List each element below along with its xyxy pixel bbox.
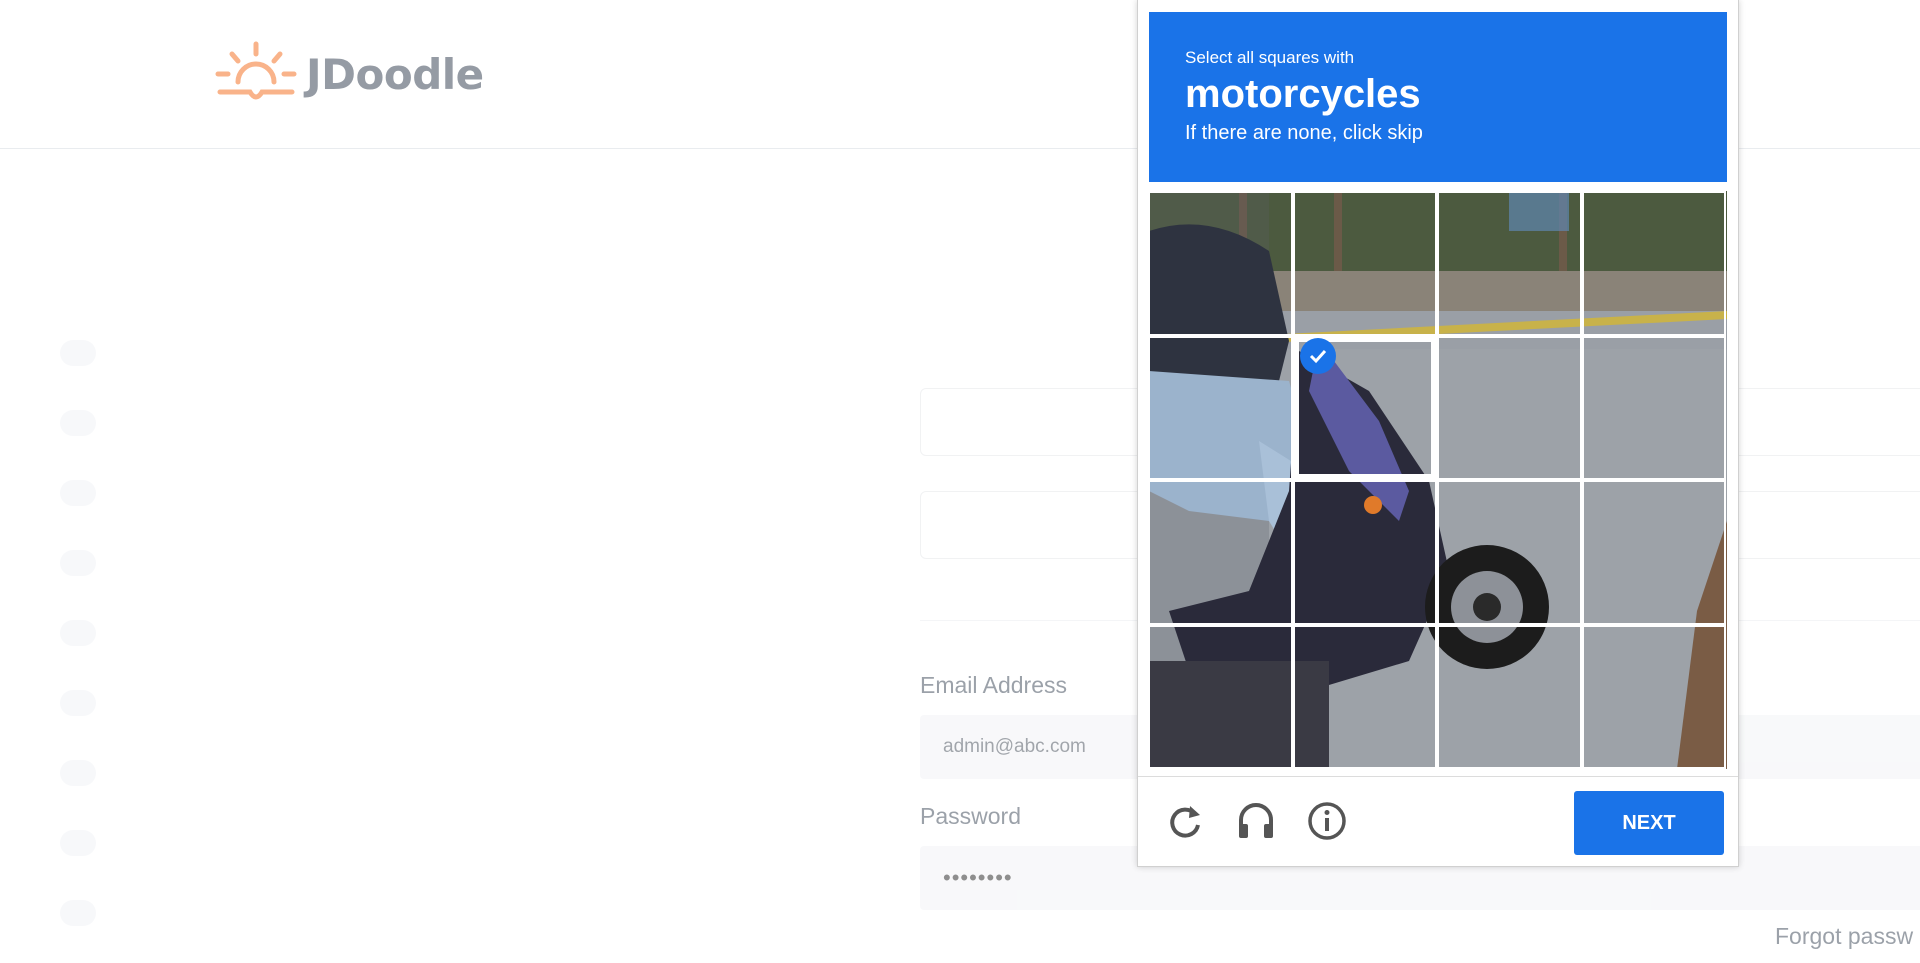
captcha-tile[interactable]: [1437, 191, 1582, 336]
decorative-bar: [60, 410, 96, 436]
captcha-tile[interactable]: [1292, 480, 1437, 625]
captcha-tile[interactable]: [1581, 191, 1726, 336]
captcha-tile[interactable]: [1437, 480, 1582, 625]
captcha-header: Select all squares with motorcycles If t…: [1149, 12, 1727, 182]
next-button[interactable]: NEXT: [1574, 791, 1724, 855]
captcha-tile[interactable]: [1581, 624, 1726, 769]
captcha-tile[interactable]: [1437, 335, 1582, 480]
decorative-bar: [60, 760, 96, 786]
decorative-bar: [60, 900, 96, 926]
info-icon[interactable]: [1306, 800, 1348, 842]
decorative-bar: [60, 830, 96, 856]
captcha-tile[interactable]: [1581, 335, 1726, 480]
captcha-tile[interactable]: [1292, 191, 1437, 336]
decorative-bar: [60, 550, 96, 576]
tile-selected-check-icon: [1300, 338, 1336, 374]
decorative-bar: [60, 620, 96, 646]
brand-name: JDoodle: [306, 49, 484, 99]
captcha-target: motorcycles: [1185, 72, 1421, 116]
audio-challenge-icon[interactable]: [1235, 800, 1277, 842]
captcha-footer-divider: [1138, 776, 1738, 777]
captcha-hint: If there are none, click skip: [1185, 122, 1423, 144]
captcha-tile[interactable]: [1437, 624, 1582, 769]
captcha-tile[interactable]: [1581, 480, 1726, 625]
password-value: ••••••••: [943, 865, 1013, 890]
captcha-tile[interactable]: [1292, 624, 1437, 769]
captcha-tile[interactable]: [1148, 480, 1293, 625]
decorative-bar: [60, 480, 96, 506]
decorative-bar: [60, 340, 96, 366]
reload-icon[interactable]: [1164, 800, 1206, 842]
sun-logo-icon: [215, 41, 297, 100]
captcha-tile[interactable]: [1148, 335, 1293, 480]
captcha-tile[interactable]: [1148, 191, 1293, 336]
captcha-tile[interactable]: [1148, 624, 1293, 769]
email-value: admin@abc.com: [943, 736, 1086, 757]
jdoodle-logo[interactable]: JDoodle: [214, 40, 484, 108]
forgot-password-link[interactable]: Forgot passw: [1775, 923, 1913, 950]
decorative-bar: [60, 690, 96, 716]
email-label: Email Address: [920, 672, 1068, 698]
captcha-instruction: Select all squares with: [1185, 48, 1355, 67]
password-label: Password: [920, 803, 1021, 829]
